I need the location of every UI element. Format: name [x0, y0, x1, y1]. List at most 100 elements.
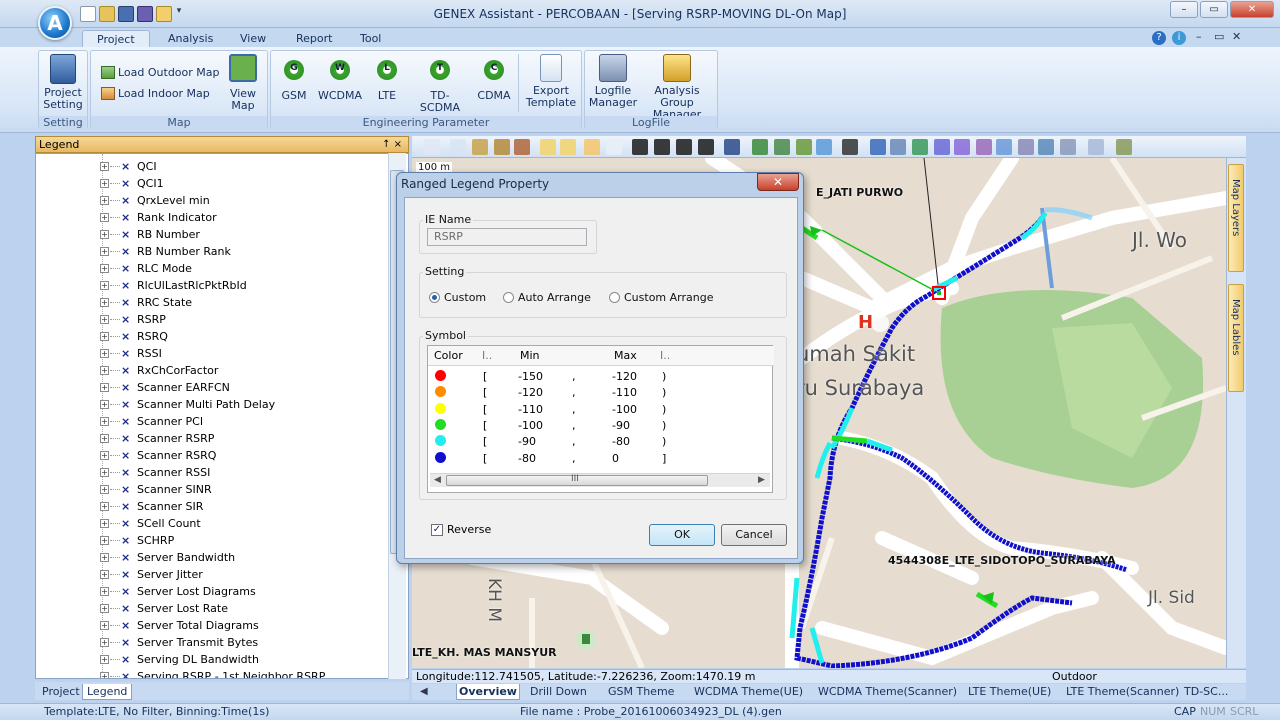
- cell-filter-icon[interactable]: [1060, 139, 1076, 155]
- expand-icon[interactable]: +: [100, 672, 109, 678]
- dialog-close-button[interactable]: ✕: [757, 173, 799, 191]
- legend-tree-item[interactable]: + ⨯ Server Lost Rate: [36, 600, 228, 617]
- tab-gsm-theme[interactable]: GSM Theme: [606, 684, 676, 700]
- cell-icon[interactable]: [934, 139, 950, 155]
- legend-tree-item[interactable]: + ⨯ Scanner SINR: [36, 481, 212, 498]
- select-circle-icon[interactable]: [698, 139, 714, 155]
- select-poly-icon[interactable]: [676, 139, 692, 155]
- measure-icon[interactable]: [724, 139, 740, 155]
- maximize-button[interactable]: ▭: [1200, 1, 1228, 18]
- expand-icon[interactable]: +: [100, 400, 109, 409]
- tab-project[interactable]: Project: [82, 30, 150, 48]
- grid-icon[interactable]: [890, 139, 906, 155]
- load-outdoor-map-button[interactable]: Load Outdoor Map: [101, 66, 220, 79]
- row-min[interactable]: -120: [518, 386, 543, 399]
- tab-analysis[interactable]: Analysis: [154, 30, 227, 48]
- copy-image-icon[interactable]: [494, 139, 510, 155]
- row-min[interactable]: -100: [518, 419, 543, 432]
- tab-scroll-left-icon[interactable]: ◀: [420, 686, 428, 697]
- close-window-button[interactable]: ✕: [1230, 1, 1274, 18]
- gps-icon[interactable]: [816, 139, 832, 155]
- zoom-out-icon[interactable]: [560, 139, 576, 155]
- tab-project-panel[interactable]: Project: [38, 684, 84, 700]
- binoculars-icon[interactable]: [842, 139, 858, 155]
- row-min[interactable]: -110: [518, 403, 543, 416]
- grid-scroll-right-icon[interactable]: ▶: [758, 475, 765, 485]
- expand-icon[interactable]: +: [100, 230, 109, 239]
- legend-tree-item[interactable]: + ⨯ Server Lost Diagrams: [36, 583, 256, 600]
- expand-icon[interactable]: +: [100, 213, 109, 222]
- legend-tree-item[interactable]: + ⨯ RSRP: [36, 311, 166, 328]
- tab-wcdma-theme-scanner[interactable]: WCDMA Theme(Scanner): [816, 684, 959, 700]
- expand-icon[interactable]: +: [100, 383, 109, 392]
- row-max[interactable]: 0: [612, 452, 619, 465]
- legend-tree-item[interactable]: + ⨯ RB Number Rank: [36, 243, 231, 260]
- tab-lte-theme-ue[interactable]: LTE Theme(UE): [966, 684, 1053, 700]
- expand-icon[interactable]: +: [100, 179, 109, 188]
- pointer-icon[interactable]: [632, 139, 648, 155]
- tab-overview[interactable]: Overview: [456, 684, 520, 700]
- tab-legend-panel[interactable]: Legend: [82, 684, 133, 700]
- cell-group-icon[interactable]: [954, 139, 970, 155]
- radio-auto-arrange[interactable]: Auto Arrange: [503, 291, 591, 304]
- legend-tree-item[interactable]: + ⨯ Scanner SIR: [36, 498, 203, 515]
- color-swatch[interactable]: [435, 386, 446, 398]
- map-labels-tab[interactable]: Map Lables: [1228, 284, 1244, 392]
- legend-tree-item[interactable]: + ⨯ Scanner RSSI: [36, 464, 210, 481]
- expand-icon[interactable]: +: [100, 638, 109, 647]
- legend-tree-item[interactable]: + ⨯ QCI: [36, 158, 157, 175]
- project-setting-button[interactable]: Project Setting: [40, 54, 86, 111]
- cell-config-icon[interactable]: [1038, 139, 1054, 155]
- legend-tree-item[interactable]: + ⨯ Server Total Diagrams: [36, 617, 259, 634]
- color-swatch[interactable]: [435, 451, 446, 463]
- legend-tree-item[interactable]: + ⨯ SCHRP: [36, 532, 174, 549]
- row-max[interactable]: -120: [612, 370, 637, 383]
- row-min[interactable]: -80: [518, 452, 536, 465]
- legend-tree-item[interactable]: + ⨯ Scanner PCI: [36, 413, 203, 430]
- ribbon-close-icon[interactable]: ✕: [1232, 30, 1241, 43]
- expand-icon[interactable]: +: [100, 519, 109, 528]
- expand-icon[interactable]: +: [100, 587, 109, 596]
- legend-tree-item[interactable]: + ⨯ RlcUlLastRlcPktRbId: [36, 277, 247, 294]
- grid-scroll-left-icon[interactable]: ◀: [434, 475, 441, 485]
- row-max[interactable]: -80: [612, 435, 630, 448]
- td-scdma-button[interactable]: T TD-SCDMA: [412, 58, 468, 114]
- legend-tree-item[interactable]: + ⨯ QrxLevel min: [36, 192, 210, 209]
- tab-report[interactable]: Report: [282, 30, 346, 48]
- expand-icon[interactable]: +: [100, 468, 109, 477]
- expand-icon[interactable]: +: [100, 604, 109, 613]
- export-template-button[interactable]: Export Template: [523, 54, 579, 109]
- minimize-button[interactable]: –: [1170, 1, 1198, 18]
- symbol-row[interactable]: [-120, -110): [428, 384, 774, 400]
- expand-icon[interactable]: +: [100, 247, 109, 256]
- cdma-button[interactable]: C CDMA: [476, 58, 512, 102]
- cell-link-icon[interactable]: [976, 139, 992, 155]
- legend-tree-item[interactable]: + ⨯ Serving DL Bandwidth: [36, 651, 259, 668]
- map-layers-tab[interactable]: Map Layers: [1228, 164, 1244, 272]
- expand-icon[interactable]: +: [100, 553, 109, 562]
- expand-icon[interactable]: +: [100, 451, 109, 460]
- legend-tree-item[interactable]: + ⨯ Server Bandwidth: [36, 549, 235, 566]
- tab-tool[interactable]: Tool: [346, 30, 395, 48]
- expand-icon[interactable]: +: [100, 434, 109, 443]
- layers-icon[interactable]: [752, 139, 768, 155]
- zoom-extent-icon[interactable]: [606, 139, 622, 155]
- legend-tree-item[interactable]: + ⨯ RRC State: [36, 294, 192, 311]
- expand-icon[interactable]: +: [100, 196, 109, 205]
- cell-line-icon[interactable]: [996, 139, 1012, 155]
- legend-tree-item[interactable]: + ⨯ Server Transmit Bytes: [36, 634, 258, 651]
- pan-hand-icon[interactable]: [584, 139, 600, 155]
- expand-icon[interactable]: +: [100, 281, 109, 290]
- hash-grid-icon[interactable]: [912, 139, 928, 155]
- logfile-manager-button[interactable]: Logfile Manager: [588, 54, 638, 109]
- table-icon[interactable]: [450, 139, 466, 155]
- legend-tree-item[interactable]: + ⨯ Serving RSRP - 1st Neighbor RSRP: [36, 668, 325, 678]
- expand-icon[interactable]: +: [100, 536, 109, 545]
- settings-icon[interactable]: [1116, 139, 1132, 155]
- cell-ring-icon[interactable]: [1018, 139, 1034, 155]
- legend-tree-item[interactable]: + ⨯ Scanner EARFCN: [36, 379, 230, 396]
- edit-icon[interactable]: [514, 139, 530, 155]
- globe-icon[interactable]: [870, 139, 886, 155]
- legend-tree-item[interactable]: + ⨯ RxChCorFactor: [36, 362, 218, 379]
- symbol-row[interactable]: [-90, -80): [428, 433, 774, 449]
